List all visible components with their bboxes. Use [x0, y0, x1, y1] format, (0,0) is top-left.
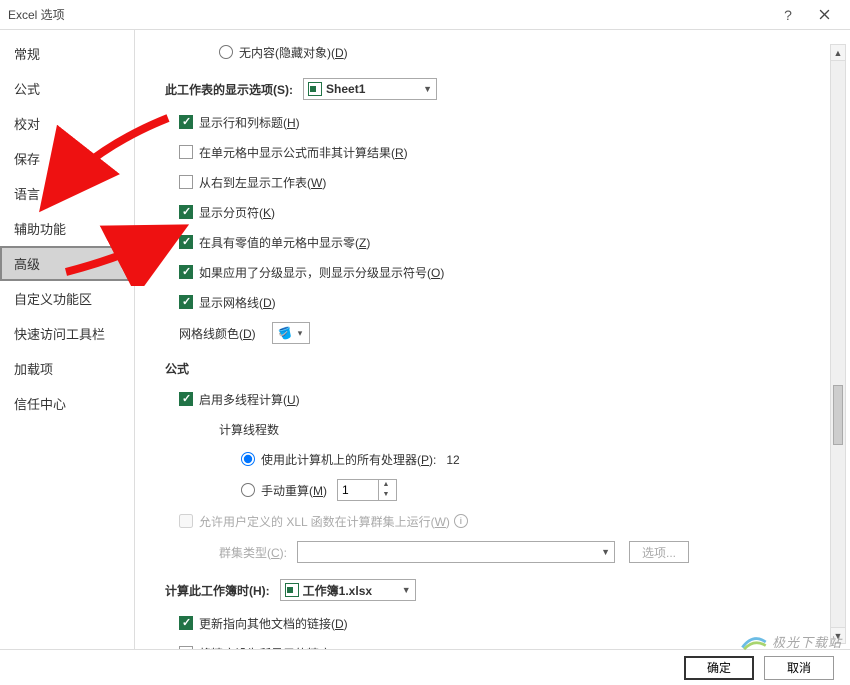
cluster-type-dropdown: ▼	[297, 541, 615, 563]
gridline-color-picker[interactable]: 🪣▾	[272, 322, 310, 344]
cluster-type-label: 群集类型(C):	[219, 544, 287, 561]
ok-button[interactable]: 确定	[684, 656, 754, 680]
close-button[interactable]	[806, 0, 842, 30]
section-calc-workbook: 计算此工作簿时(H): 工作簿1.xlsx ▼	[165, 579, 810, 601]
manual-threads-spin[interactable]: ▲▼	[337, 479, 397, 501]
chevron-down-icon: ▼	[423, 84, 432, 94]
radio-no-content-label: 无内容(隐藏对象)(D)	[239, 44, 348, 61]
sidebar-item-customize-ribbon[interactable]: 自定义功能区	[0, 281, 134, 316]
cluster-options-button: 选项...	[629, 541, 689, 563]
sidebar: 常规 公式 校对 保存 语言 辅助功能 高级 自定义功能区 快速访问工具栏 加载…	[0, 30, 135, 650]
worksheet-dropdown[interactable]: Sheet1 ▼	[303, 78, 437, 100]
radio-manual-threads[interactable]: 手动重算(M)	[241, 482, 327, 499]
sidebar-item-language[interactable]: 语言	[0, 176, 134, 211]
manual-threads-input[interactable]	[338, 483, 378, 497]
main-panel: 无内容(隐藏对象)(D) 此工作表的显示选项(S): Sheet1 ▼ 显示行和…	[135, 30, 850, 650]
sidebar-item-save[interactable]: 保存	[0, 141, 134, 176]
sidebar-item-advanced[interactable]: 高级	[0, 246, 134, 281]
check-update-links[interactable]: 更新指向其他文档的链接(D)	[179, 615, 348, 632]
section-formulas: 公式	[165, 360, 810, 377]
radio-no-content-input[interactable]	[219, 45, 233, 59]
sidebar-item-addins[interactable]: 加载项	[0, 351, 134, 386]
gridline-color-label: 网格线颜色(D)	[179, 325, 256, 342]
scroll-thumb[interactable]	[833, 385, 843, 445]
check-outline-symbols[interactable]: 如果应用了分级显示，则显示分级显示符号(O)	[179, 264, 444, 281]
info-icon[interactable]: i	[454, 514, 468, 528]
section-worksheet-display: 此工作表的显示选项(S): Sheet1 ▼	[165, 78, 810, 100]
sidebar-item-accessibility[interactable]: 辅助功能	[0, 211, 134, 246]
chevron-down-icon: ▼	[601, 547, 610, 557]
window-title: Excel 选项	[8, 6, 770, 23]
check-page-breaks[interactable]: 显示分页符(K)	[179, 204, 275, 221]
check-gridlines[interactable]: 显示网格线(D)	[179, 294, 276, 311]
watermark: 极光下载站	[740, 632, 842, 651]
check-zero-values[interactable]: 在具有零值的单元格中显示零(Z)	[179, 234, 370, 251]
scroll-up-icon[interactable]: ▲	[831, 45, 845, 61]
excel-icon	[308, 82, 322, 96]
footer: 确定 取消	[0, 649, 850, 685]
cancel-button[interactable]: 取消	[764, 656, 834, 680]
chevron-down-icon: ▼	[402, 585, 411, 595]
sidebar-item-general[interactable]: 常规	[0, 36, 134, 71]
radio-no-content[interactable]: 无内容(隐藏对象)(D)	[219, 44, 348, 61]
chevron-down-icon: ▾	[298, 328, 303, 339]
thread-count-label: 计算线程数	[219, 421, 279, 438]
radio-all-processors[interactable]: 使用此计算机上的所有处理器(P): 12	[241, 451, 460, 468]
workbook-dropdown[interactable]: 工作簿1.xlsx ▼	[280, 579, 416, 601]
spin-up-icon[interactable]: ▲	[379, 480, 393, 490]
check-show-headers[interactable]: 显示行和列标题(H)	[179, 114, 300, 131]
help-button[interactable]: ?	[770, 0, 806, 30]
check-show-formulas[interactable]: 在单元格中显示公式而非其计算结果(R)	[179, 144, 408, 161]
sidebar-item-formulas[interactable]: 公式	[0, 71, 134, 106]
check-multithread[interactable]: 启用多线程计算(U)	[179, 391, 300, 408]
spin-down-icon[interactable]: ▼	[379, 490, 393, 500]
sidebar-item-proofing[interactable]: 校对	[0, 106, 134, 141]
check-xll-cluster: 允许用户定义的 XLL 函数在计算群集上运行(W)	[179, 513, 450, 530]
sidebar-item-qat[interactable]: 快速访问工具栏	[0, 316, 134, 351]
paint-bucket-icon: 🪣	[277, 325, 294, 342]
sidebar-item-trust[interactable]: 信任中心	[0, 386, 134, 421]
check-rtl[interactable]: 从右到左显示工作表(W)	[179, 174, 326, 191]
watermark-icon	[740, 633, 768, 651]
watermark-text: 极光下载站	[772, 632, 842, 651]
titlebar: Excel 选项 ?	[0, 0, 850, 30]
excel-icon	[285, 583, 299, 597]
scrollbar[interactable]: ▲ ▼	[830, 44, 846, 644]
close-icon	[819, 9, 830, 20]
